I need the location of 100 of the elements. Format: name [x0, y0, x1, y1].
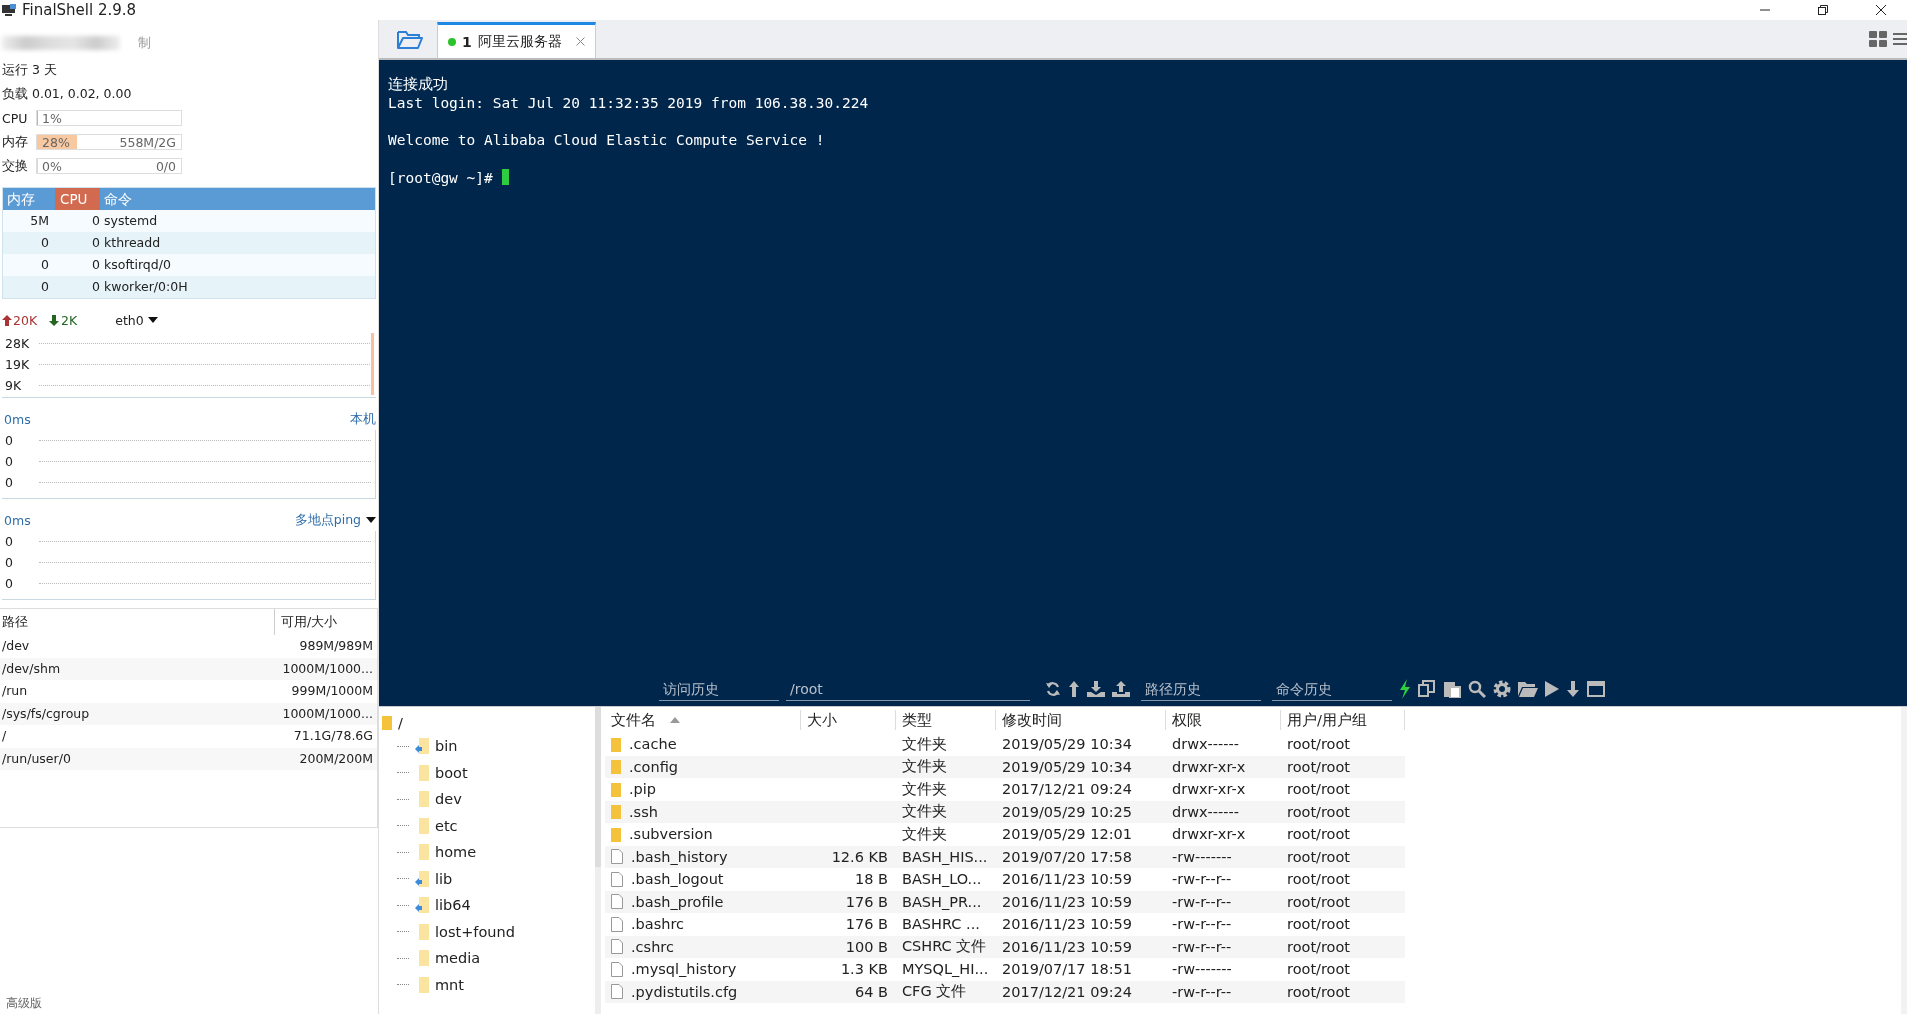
- edition-link[interactable]: 高级版: [0, 995, 378, 1014]
- caret-icon: [366, 517, 376, 523]
- table-cell: 文件夹: [902, 802, 947, 822]
- grid-view-icon[interactable]: [1869, 31, 1887, 47]
- table-cell: 2017/12/21 09:24: [1002, 781, 1132, 798]
- column-header[interactable]: 类型: [896, 710, 996, 730]
- tick-label: 9K: [4, 378, 23, 393]
- play-icon[interactable]: [1545, 681, 1559, 697]
- table-cell: root/root: [1287, 758, 1351, 775]
- table-cell[interactable]: .bash_profile: [631, 893, 724, 910]
- meter-label: 内存: [2, 133, 29, 151]
- tree-item[interactable]: boot: [435, 764, 468, 781]
- folder-icon[interactable]: [1518, 681, 1538, 697]
- tree-item[interactable]: home: [435, 844, 477, 861]
- copy-icon[interactable]: [1418, 680, 1436, 698]
- search-icon[interactable]: [1468, 680, 1486, 698]
- terminal-line: 连接成功: [388, 75, 449, 94]
- table-cell-text: /: [1, 727, 8, 745]
- terminal-prompt: [root@gw ~]#: [388, 170, 494, 186]
- table-cell[interactable]: .ssh: [629, 803, 658, 820]
- path-field[interactable]: /root: [786, 677, 1030, 701]
- table-cell-text: /run/user/0: [1, 749, 72, 768]
- window-title: FinalShell 2.9.8: [22, 1, 137, 19]
- table-cell[interactable]: .bashrc: [631, 916, 685, 933]
- table-cell: 176 B: [845, 893, 888, 910]
- file-icon: [611, 916, 623, 932]
- table-cell: 12.6 KB: [831, 848, 888, 865]
- column-header[interactable]: CPU: [55, 188, 100, 210]
- file-icon: [611, 939, 623, 955]
- folder-icon: [611, 804, 621, 820]
- column-header[interactable]: 可用/大小: [274, 609, 377, 635]
- table-cell: root/root: [1287, 736, 1351, 753]
- table-cell[interactable]: .mysql_history: [631, 961, 737, 978]
- meter-label: 交换: [2, 157, 29, 175]
- table-cell[interactable]: .pip: [629, 781, 657, 798]
- tree-item[interactable]: lost+found: [435, 923, 515, 940]
- table-cell[interactable]: .config: [629, 758, 678, 775]
- table-cell-text: 71.1G/78.6G: [292, 727, 374, 745]
- table-cell-text: /run: [1, 682, 29, 700]
- table-cell[interactable]: .bash_history: [631, 848, 728, 865]
- session-tab[interactable]: 1 阿里云服务器: [437, 22, 596, 58]
- table-cell[interactable]: .cache: [629, 736, 677, 753]
- tick-label: 0: [4, 475, 14, 490]
- paste-icon[interactable]: [1443, 680, 1461, 698]
- table-cell: 2016/11/23 10:59: [1002, 938, 1132, 955]
- settings-icon[interactable]: [1493, 680, 1511, 698]
- tree-item[interactable]: mnt: [435, 976, 464, 993]
- table-cell[interactable]: .bash_logout: [631, 871, 724, 888]
- arrow-down-icon[interactable]: [1566, 681, 1580, 697]
- table-cell[interactable]: .pydistutils.cfg: [631, 983, 738, 1000]
- tick-label: 0: [4, 454, 14, 469]
- tree-item[interactable]: media: [435, 950, 481, 967]
- table-cell-text: /dev/shm: [1, 659, 62, 678]
- ping-target: 本机: [350, 410, 376, 428]
- meter-bar: 28% 558M/2G: [36, 134, 182, 150]
- table-cell-text: 999M/1000M: [290, 682, 374, 700]
- table-cell: drwx------: [1172, 736, 1239, 753]
- table-cell: 2019/07/17 18:51: [1002, 961, 1132, 978]
- ping-target-dropdown[interactable]: 多地点ping: [294, 511, 376, 529]
- refresh-icon[interactable]: [1045, 681, 1061, 697]
- table-cell: 文件夹: [902, 779, 947, 799]
- table-cell: BASHRC ...: [902, 916, 980, 933]
- interface-dropdown[interactable]: eth0: [115, 312, 158, 328]
- table-cell: 176 B: [845, 916, 888, 933]
- command-history-field[interactable]: 命令历史: [1272, 677, 1392, 701]
- table-cell[interactable]: .cshrc: [631, 938, 674, 955]
- column-header[interactable]: 用户/用户组: [1281, 710, 1405, 730]
- table-cell: drwx------: [1172, 803, 1239, 820]
- menu-icon[interactable]: [1893, 32, 1907, 46]
- visit-history-field[interactable]: 访问历史: [659, 677, 779, 701]
- table-cell[interactable]: .subversion: [629, 826, 713, 843]
- tree-item[interactable]: etc: [435, 817, 458, 834]
- upload-icon[interactable]: [1112, 681, 1130, 697]
- latency-text: 0ms: [3, 411, 31, 427]
- column-header[interactable]: 修改时间: [996, 710, 1166, 730]
- close-icon[interactable]: [575, 37, 585, 46]
- caret-icon: [147, 317, 158, 323]
- tick-label: 19K: [4, 357, 31, 372]
- table-cell: BASH_HIS...: [902, 848, 988, 865]
- table-cell: 1.3 KB: [840, 961, 888, 978]
- column-header[interactable]: 文件名: [605, 710, 801, 730]
- column-header[interactable]: 权限: [1166, 710, 1281, 730]
- tree-item[interactable]: lib64: [435, 897, 471, 914]
- restore-button[interactable]: [1817, 4, 1829, 16]
- uptime-text: 运行 3 天: [1, 61, 58, 79]
- path-history-field[interactable]: 路径历史: [1141, 677, 1261, 701]
- window-icon[interactable]: [1587, 681, 1605, 697]
- column-header[interactable]: 大小: [801, 710, 896, 730]
- table-cell-text: 989M/989M: [298, 637, 374, 655]
- download-icon[interactable]: [1087, 681, 1105, 697]
- column-header[interactable]: 路径: [0, 609, 274, 635]
- tree-item[interactable]: /: [398, 715, 403, 731]
- tree-item[interactable]: dev: [435, 791, 462, 808]
- tree-item[interactable]: lib: [435, 870, 453, 887]
- table-cell: 2016/11/23 10:59: [1002, 871, 1132, 888]
- arrow-up-icon[interactable]: [1068, 681, 1080, 697]
- tree-item[interactable]: bin: [435, 738, 458, 755]
- lightning-icon[interactable]: [1399, 679, 1411, 699]
- close-button[interactable]: [1875, 4, 1887, 16]
- table-cell: CSHRC 文件: [902, 937, 987, 957]
